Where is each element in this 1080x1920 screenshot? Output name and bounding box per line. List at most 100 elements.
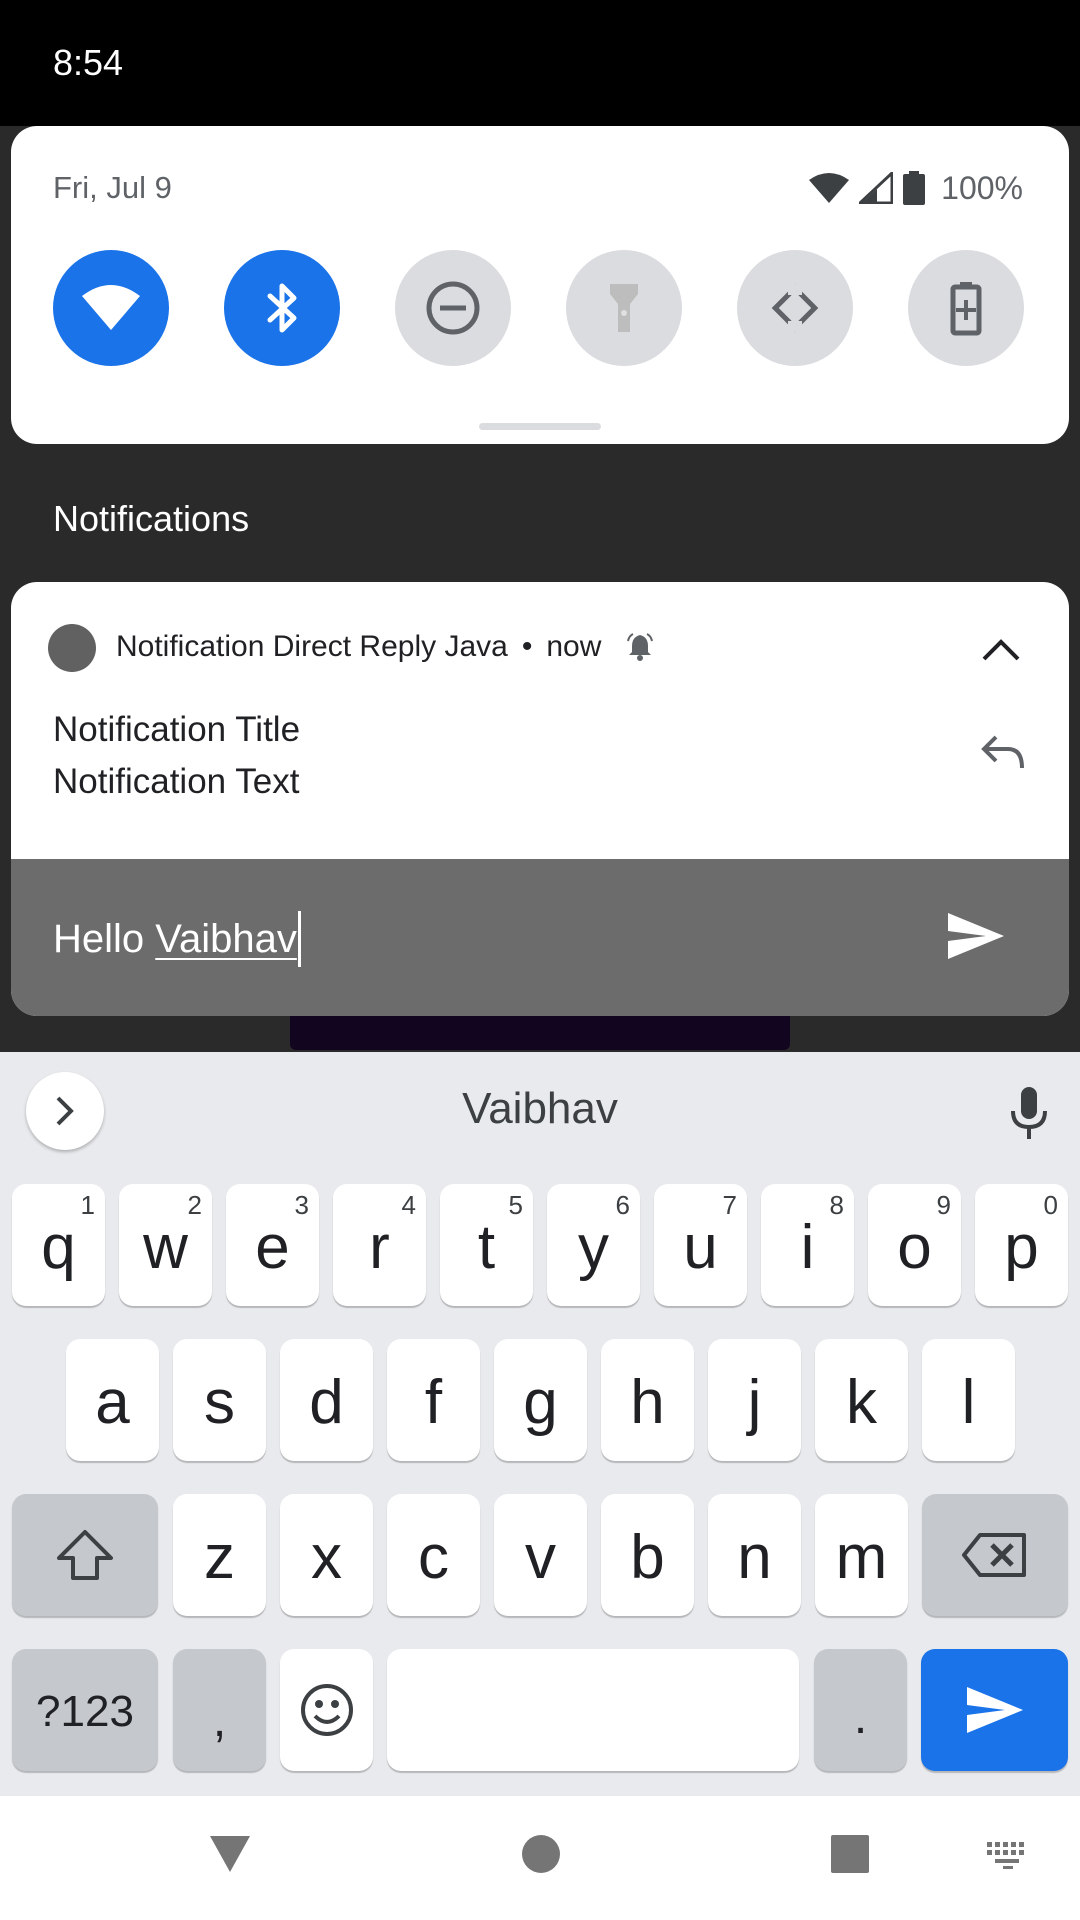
- key-label: t: [477, 1212, 496, 1282]
- reply-input[interactable]: Hello Vaibhav: [53, 911, 301, 967]
- status-time: 8:54: [53, 42, 124, 83]
- notification-header: Notification Direct Reply Java • now: [116, 630, 655, 664]
- notification-card[interactable]: Notification Direct Reply Java • now Not…: [11, 582, 1069, 1016]
- wifi-status-icon: [809, 173, 850, 203]
- key-n[interactable]: n: [708, 1494, 801, 1616]
- emoji-key[interactable]: [280, 1649, 373, 1771]
- key-hint: 9: [936, 1190, 951, 1220]
- header-separator: •: [521, 630, 533, 663]
- notification-time: now: [546, 630, 602, 663]
- qs-date: Fri, Jul 9: [53, 170, 172, 205]
- key-label: h: [630, 1367, 665, 1437]
- keyboard: Vaibhav 1q 2w 3e 4r 5t 6y 7u 8i 9o 0p a …: [0, 1052, 1080, 1796]
- key-u[interactable]: 7u: [654, 1184, 747, 1306]
- qs-tile-auto-rotate[interactable]: [737, 250, 853, 366]
- key-hint: 2: [187, 1190, 202, 1220]
- key-t[interactable]: 5t: [440, 1184, 533, 1306]
- key-g[interactable]: g: [494, 1339, 587, 1461]
- key-f[interactable]: f: [387, 1339, 480, 1461]
- key-label: s: [204, 1367, 235, 1437]
- key-hint: 7: [722, 1190, 737, 1220]
- qs-tile-flashlight[interactable]: [566, 250, 682, 366]
- key-h[interactable]: h: [601, 1339, 694, 1461]
- collapse-button[interactable]: [971, 620, 1031, 680]
- key-label: o: [897, 1212, 932, 1282]
- key-label: g: [523, 1367, 558, 1437]
- auto-rotate-icon: [771, 284, 819, 332]
- qs-tile-battery-saver[interactable]: [908, 250, 1024, 366]
- key-label: ?123: [36, 1687, 134, 1736]
- key-label: d: [309, 1367, 344, 1437]
- key-label: n: [737, 1522, 772, 1592]
- key-d[interactable]: d: [280, 1339, 373, 1461]
- recents-button[interactable]: [828, 1832, 872, 1876]
- key-e[interactable]: 3e: [226, 1184, 319, 1306]
- backspace-key[interactable]: [922, 1494, 1068, 1616]
- key-p[interactable]: 0p: [975, 1184, 1068, 1306]
- key-b[interactable]: b: [601, 1494, 694, 1616]
- key-label: p: [1004, 1212, 1039, 1282]
- quick-settings-panel: Fri, Jul 9 100%: [11, 126, 1069, 444]
- send-icon: [966, 1687, 1023, 1733]
- do-not-disturb-icon: [426, 281, 480, 335]
- key-hint: 1: [80, 1190, 95, 1220]
- reply-button[interactable]: [971, 720, 1035, 784]
- toolbar-expand-button[interactable]: [26, 1072, 104, 1150]
- send-icon: [948, 913, 1004, 959]
- keyboard-switch-button[interactable]: [985, 1840, 1031, 1870]
- key-label: f: [424, 1367, 443, 1437]
- period-key[interactable]: .: [814, 1649, 907, 1771]
- key-j[interactable]: j: [708, 1339, 801, 1461]
- key-l[interactable]: l: [922, 1339, 1015, 1461]
- app-icon: [48, 624, 96, 672]
- suggestion-word[interactable]: Vaibhav: [0, 1084, 1080, 1134]
- back-button[interactable]: [208, 1832, 252, 1876]
- key-y[interactable]: 6y: [547, 1184, 640, 1306]
- cell-signal-icon: [859, 172, 894, 204]
- key-label: j: [747, 1367, 762, 1437]
- symbols-key[interactable]: ?123: [12, 1649, 158, 1771]
- notification-text: Notification Text: [53, 762, 300, 801]
- key-label: c: [418, 1522, 449, 1592]
- chevron-right-icon: [56, 1096, 74, 1126]
- comma-key[interactable]: ,: [173, 1649, 266, 1771]
- battery-saver-icon: [950, 282, 982, 336]
- voice-input-button[interactable]: [994, 1078, 1064, 1148]
- chevron-up-icon: [982, 639, 1020, 661]
- key-k[interactable]: k: [815, 1339, 908, 1461]
- qs-drag-handle[interactable]: [479, 423, 601, 430]
- key-q[interactable]: 1q: [12, 1184, 105, 1306]
- qs-tile-bluetooth[interactable]: [224, 250, 340, 366]
- key-x[interactable]: x: [280, 1494, 373, 1616]
- recents-square-icon: [831, 1835, 869, 1873]
- shift-key[interactable]: [12, 1494, 158, 1616]
- key-z[interactable]: z: [173, 1494, 266, 1616]
- key-hint: 6: [615, 1190, 630, 1220]
- key-c[interactable]: c: [387, 1494, 480, 1616]
- qs-tile-wifi[interactable]: [53, 250, 169, 366]
- key-hint: 3: [294, 1190, 309, 1220]
- wifi-icon: [82, 285, 140, 330]
- reply-icon: [981, 735, 1024, 769]
- notifications-heading: Notifications: [53, 498, 250, 539]
- home-button[interactable]: [519, 1832, 563, 1876]
- key-label: .: [853, 1690, 868, 1744]
- key-w[interactable]: 2w: [119, 1184, 212, 1306]
- qs-tile-dnd[interactable]: [395, 250, 511, 366]
- reply-send-button[interactable]: [941, 901, 1011, 971]
- key-o[interactable]: 9o: [868, 1184, 961, 1306]
- bluetooth-icon: [267, 283, 297, 333]
- key-i[interactable]: 8i: [761, 1184, 854, 1306]
- backspace-icon: [962, 1533, 1026, 1577]
- key-v[interactable]: v: [494, 1494, 587, 1616]
- key-label: u: [683, 1212, 718, 1282]
- key-r[interactable]: 4r: [333, 1184, 426, 1306]
- key-a[interactable]: a: [66, 1339, 159, 1461]
- key-m[interactable]: m: [815, 1494, 908, 1616]
- reply-bar: Hello Vaibhav: [11, 859, 1069, 1016]
- notification-app-name: Notification Direct Reply Java: [116, 630, 508, 663]
- key-s[interactable]: s: [173, 1339, 266, 1461]
- space-key[interactable]: [387, 1649, 799, 1771]
- key-label: x: [311, 1522, 342, 1592]
- keyboard-send-key[interactable]: [921, 1649, 1068, 1771]
